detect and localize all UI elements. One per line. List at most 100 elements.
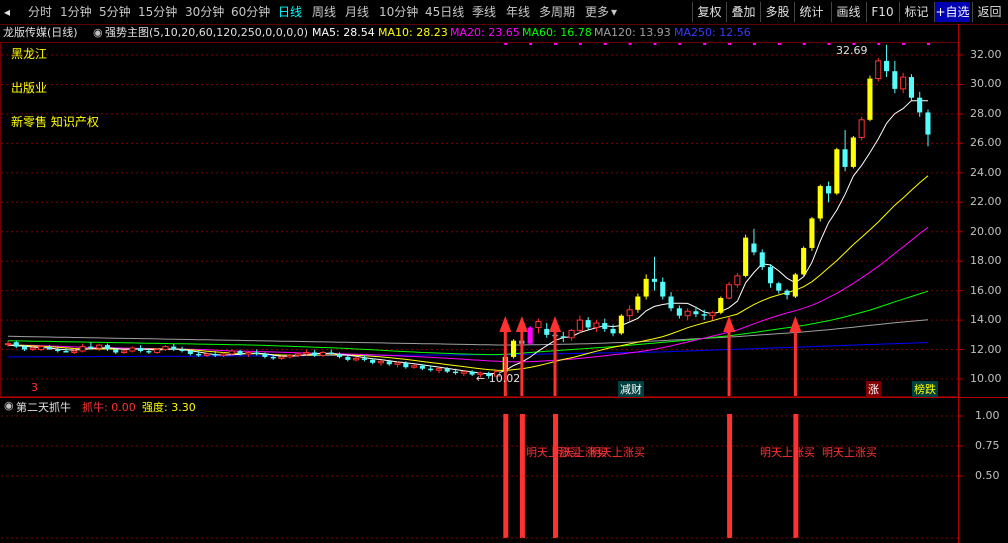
- candle: [560, 331, 566, 343]
- candle-body: [286, 354, 293, 358]
- candle-body: [610, 328, 616, 334]
- high-price-label: 32.69: [836, 44, 868, 57]
- concept-label-industry[interactable]: 出版业: [11, 79, 47, 96]
- candle: [411, 364, 418, 369]
- candle: [900, 72, 907, 94]
- candle: [718, 296, 724, 315]
- candle: [254, 349, 260, 356]
- qiangdu-value: 强度: 3.30: [142, 401, 196, 414]
- candle: [618, 314, 624, 335]
- candle-body: [635, 296, 641, 310]
- candle-body: [668, 296, 674, 309]
- candle-body: [370, 359, 376, 363]
- signal-arrow-head: [723, 316, 736, 332]
- candle-body: [138, 348, 144, 352]
- marker-dot: [529, 43, 533, 45]
- signal-arrow-head: [515, 316, 528, 332]
- candle-body: [179, 349, 185, 352]
- price-axis-label: 20.00: [970, 224, 1002, 238]
- candle-body: [254, 352, 260, 354]
- candle-body: [585, 320, 591, 328]
- candle-body: [187, 351, 193, 354]
- candle-body: [900, 76, 907, 90]
- candle-body: [411, 365, 418, 368]
- candle-body: [544, 328, 550, 335]
- signal-bar: [519, 414, 525, 538]
- candle-body: [784, 290, 790, 296]
- concept-label-themes[interactable]: 新零售 知识产权: [11, 113, 99, 130]
- subpanel-settings-icon[interactable]: ◉: [4, 399, 14, 412]
- candle: [635, 293, 641, 313]
- candle: [908, 74, 914, 101]
- marker-dot: [678, 43, 682, 45]
- candle-body: [576, 319, 583, 331]
- candle: [743, 234, 749, 278]
- signal-bar: [553, 414, 559, 538]
- candle: [867, 75, 873, 122]
- candle-body: [867, 78, 873, 120]
- zhuaniu-value: 抓牛: 0.00: [82, 401, 136, 414]
- price-chart[interactable]: [0, 0, 1008, 543]
- candle-body: [826, 186, 832, 194]
- candle-body: [171, 346, 177, 350]
- signal-arrow-head: [789, 316, 802, 332]
- candle-body: [113, 349, 119, 353]
- candle-body: [104, 345, 110, 350]
- candle: [858, 116, 865, 141]
- event-tag-left[interactable]: 3: [31, 381, 38, 394]
- candle-body: [377, 360, 384, 364]
- candle: [13, 340, 19, 349]
- event-tag-jiancai[interactable]: 减财: [618, 381, 644, 397]
- candle-body: [29, 347, 36, 351]
- subpanel-indicator-name[interactable]: 第二天抓牛: [16, 399, 71, 415]
- candle: [751, 228, 757, 256]
- candle-body: [817, 186, 823, 219]
- candle-body: [162, 346, 169, 351]
- signal-bar: [793, 414, 799, 538]
- candle-body: [842, 149, 848, 167]
- candle-body: [96, 344, 103, 349]
- candle-body: [212, 353, 218, 356]
- candle-body: [444, 368, 450, 372]
- signal-bar: [503, 414, 509, 538]
- candle: [842, 130, 848, 172]
- signal-label: 明天上涨买: [822, 446, 877, 459]
- candle-body: [278, 356, 285, 359]
- candle-body: [917, 97, 923, 113]
- candle: [511, 339, 517, 359]
- price-axis-label: 32.00: [970, 48, 1002, 61]
- ma10-line: [8, 175, 929, 372]
- event-tag-bangdie[interactable]: 榜跌: [912, 381, 938, 397]
- candle-body: [660, 281, 666, 297]
- candle-body: [643, 278, 649, 297]
- candle-body: [46, 346, 52, 350]
- candle: [817, 184, 823, 222]
- candle: [709, 311, 716, 321]
- marker-dot: [504, 43, 508, 45]
- marker-dot: [728, 43, 732, 45]
- candle: [626, 305, 633, 322]
- candle-body: [511, 340, 517, 357]
- candle-body: [71, 350, 78, 353]
- candle-body: [319, 351, 326, 356]
- candle-body: [196, 353, 202, 356]
- candle-body: [4, 343, 11, 346]
- candle: [286, 353, 293, 359]
- marker-dot: [653, 43, 657, 45]
- candle-body: [337, 353, 343, 357]
- candle-body: [593, 322, 600, 328]
- candle: [684, 308, 691, 321]
- candle: [576, 315, 583, 334]
- candle-body: [345, 356, 351, 360]
- candle-body: [220, 353, 227, 356]
- candle: [138, 345, 144, 353]
- candle-body: [38, 346, 45, 351]
- marker-dot: [902, 43, 906, 45]
- event-tag-zhang[interactable]: 涨: [866, 381, 881, 397]
- marker-dot: [802, 43, 806, 45]
- candle-body: [203, 353, 210, 356]
- candle: [875, 57, 882, 82]
- subpanel-axis-label: 0.75: [975, 439, 1000, 452]
- signal-label: 明天上涨买: [760, 446, 815, 459]
- concept-label-region[interactable]: 黑龙江: [11, 45, 47, 62]
